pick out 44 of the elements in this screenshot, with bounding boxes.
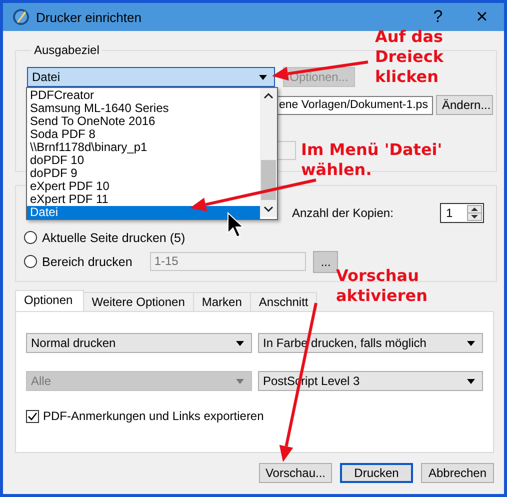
radio-label: Aktuelle Seite drucken (5) [42, 230, 186, 244]
scrollbar[interactable] [260, 88, 277, 217]
file-path-field[interactable]: ene Vorlagen/Dokument-1.ps [275, 96, 433, 114]
list-item[interactable]: doPDF 9 [27, 167, 260, 180]
list-item[interactable]: Send To OneNote 2016 [27, 115, 260, 128]
list-item[interactable]: Datei [27, 206, 260, 219]
tab[interactable]: Anschnitt [250, 292, 318, 311]
dropdown-list[interactable]: PDFCreator Samsung ML-1640 Series Send To OneNote 2016 Soda PDF 8 \\Brnf1178d\binary_p1 doPDF 10 doPDF 9 eXpert PDF 10 eXpert PDF 11 Datei [26, 87, 278, 220]
caret-icon [235, 378, 245, 384]
dropdown[interactable]: In Farbe drucken, falls möglich [258, 333, 483, 353]
list-item[interactable]: eXpert PDF 10 [27, 180, 260, 193]
caret-icon [466, 340, 476, 346]
caret-icon [258, 74, 268, 80]
app-icon [12, 8, 30, 26]
dialog-button[interactable]: Vorschau... [259, 463, 332, 483]
list-item[interactable]: \\Brnf1178d\binary_p1 [27, 141, 260, 154]
group-label: Ausgabeziel [31, 43, 102, 57]
caret-icon [235, 340, 245, 346]
list-item[interactable]: Samsung ML-1640 Series [27, 102, 260, 115]
dropdown[interactable]: Datei [27, 67, 275, 87]
window-title: Drucker einrichten [36, 10, 142, 24]
radio-button[interactable] [24, 231, 37, 244]
spinner-arrows-icon[interactable] [467, 205, 482, 221]
close-button[interactable]: × [460, 3, 504, 31]
tab[interactable]: Optionen [15, 290, 84, 311]
tab[interactable]: Weitere Optionen [82, 292, 194, 311]
radio-label: Bereich drucken [42, 254, 132, 268]
dropdown[interactable]: Normal drucken [26, 333, 252, 353]
dialog-button[interactable]: Drucken [340, 463, 413, 483]
annotation-text: Im Menü 'Datei' wählen. [301, 140, 442, 180]
copies-label: Anzahl der Kopien: [292, 206, 394, 220]
list-item[interactable]: Soda PDF 8 [27, 128, 260, 141]
annotation-text: Vorschau aktivieren [336, 266, 428, 306]
list-item[interactable]: doPDF 10 [27, 154, 260, 167]
radio-button[interactable] [24, 255, 37, 268]
copies-spinner[interactable]: 1 [440, 203, 484, 223]
checkbox[interactable] [26, 410, 39, 422]
list-item[interactable]: PDFCreator [27, 89, 260, 102]
checkbox-label: PDF-Anmerkungen und Links exportieren [43, 409, 264, 423]
list-item[interactable]: eXpert PDF 11 [27, 193, 260, 206]
dialog-button[interactable]: Abbrechen [421, 463, 494, 483]
mouse-pointer-icon [228, 212, 244, 238]
change-button[interactable]: Ändern... [436, 95, 493, 115]
caret-icon [466, 378, 476, 384]
